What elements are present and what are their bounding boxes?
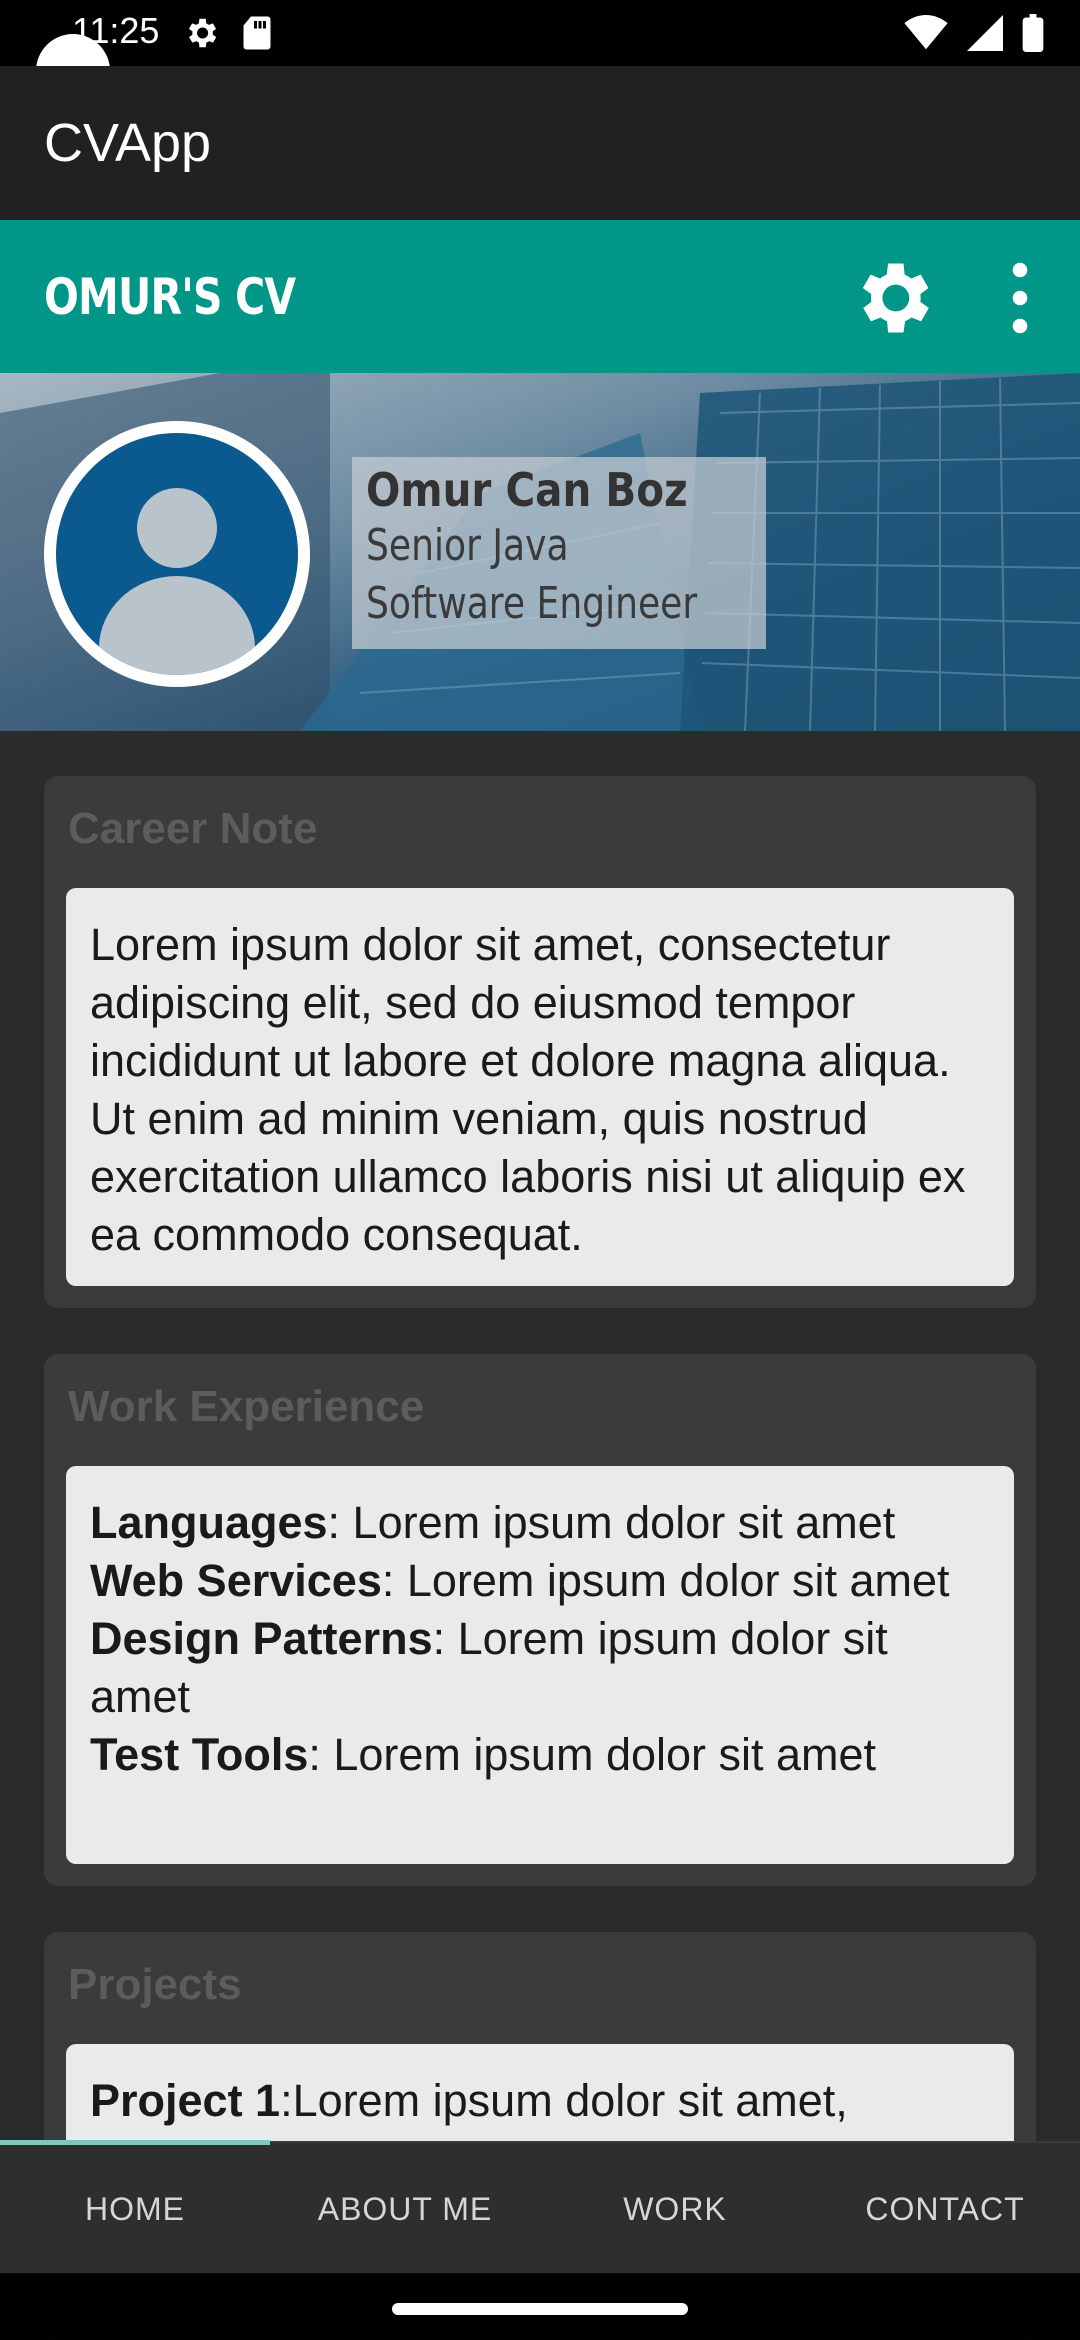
toolbar: OMUR'S CV xyxy=(0,220,1080,373)
work-card: Work Experience Languages: Lorem ipsum d… xyxy=(44,1354,1036,1886)
signal-icon xyxy=(967,15,1003,51)
list-item: Project 1:Lorem ipsum dolor sit amet, xyxy=(90,2075,848,2126)
list-item: Test Tools: Lorem ipsum dolor sit amet xyxy=(90,1729,877,1780)
bottom-navigation: HOME ABOUT ME WORK CONTACT xyxy=(0,2140,1080,2273)
list-item: Design Patterns: Lorem ipsum dolor sit a… xyxy=(90,1613,888,1722)
toolbar-title: OMUR'S CV xyxy=(44,268,296,326)
status-bar: 11:25 xyxy=(0,0,1080,66)
nav-item-about-me[interactable]: ABOUT ME xyxy=(270,2191,540,2228)
nav-item-work[interactable]: WORK xyxy=(540,2191,810,2228)
list-item: Languages: Lorem ipsum dolor sit amet xyxy=(90,1497,896,1548)
gesture-area xyxy=(0,2273,1080,2340)
home-gesture-bar[interactable] xyxy=(392,2303,688,2315)
settings-button[interactable] xyxy=(846,252,938,344)
profile-header: Omur Can Boz Senior Java Software Engine… xyxy=(0,373,1080,731)
work-title: Work Experience xyxy=(68,1382,425,1431)
nav-selected-indicator xyxy=(0,2140,270,2145)
projects-list: Project 1:Lorem ipsum dolor sit amet, xyxy=(66,2044,1014,2141)
more-vertical-icon xyxy=(1012,262,1028,334)
status-right-icons xyxy=(904,14,1044,52)
career-card: Career Note Lorem ipsum dolor sit amet, … xyxy=(44,776,1036,1308)
list-item: Web Services: Lorem ipsum dolor sit amet xyxy=(90,1555,950,1606)
app-title: CVApp xyxy=(44,113,212,173)
avatar xyxy=(44,421,310,687)
career-title: Career Note xyxy=(68,804,318,853)
gear-icon xyxy=(862,263,929,333)
profile-role-line-2: Software Engineer xyxy=(366,578,698,629)
overflow-menu-button[interactable] xyxy=(1000,256,1040,340)
profile-role-line-1: Senior Java xyxy=(366,520,569,571)
gear-icon xyxy=(188,18,217,48)
main-content[interactable]: Career Note Lorem ipsum dolor sit amet, … xyxy=(0,731,1080,2141)
projects-card: Projects Project 1:Lorem ipsum dolor sit… xyxy=(44,1932,1036,2141)
career-text: Lorem ipsum dolor sit amet, consectetur … xyxy=(66,888,1014,1286)
nav-item-contact[interactable]: CONTACT xyxy=(810,2191,1080,2228)
app-bar: CVApp xyxy=(0,66,1080,220)
sd-card-icon xyxy=(243,16,271,50)
person-icon xyxy=(99,488,255,675)
phone-screen: 11:25 CVApp OMUR'S CV Omur Can Boz Senio… xyxy=(0,0,1080,2340)
nav-item-home[interactable]: HOME xyxy=(0,2191,270,2228)
profile-name-box: Omur Can Boz Senior Java Software Engine… xyxy=(352,457,766,649)
status-left-icons xyxy=(182,14,272,52)
battery-icon xyxy=(1022,14,1044,52)
profile-name: Omur Can Boz xyxy=(366,463,688,517)
work-list: Languages: Lorem ipsum dolor sit amet We… xyxy=(66,1466,1014,1864)
projects-title: Projects xyxy=(68,1960,242,2009)
wifi-icon xyxy=(904,15,948,50)
